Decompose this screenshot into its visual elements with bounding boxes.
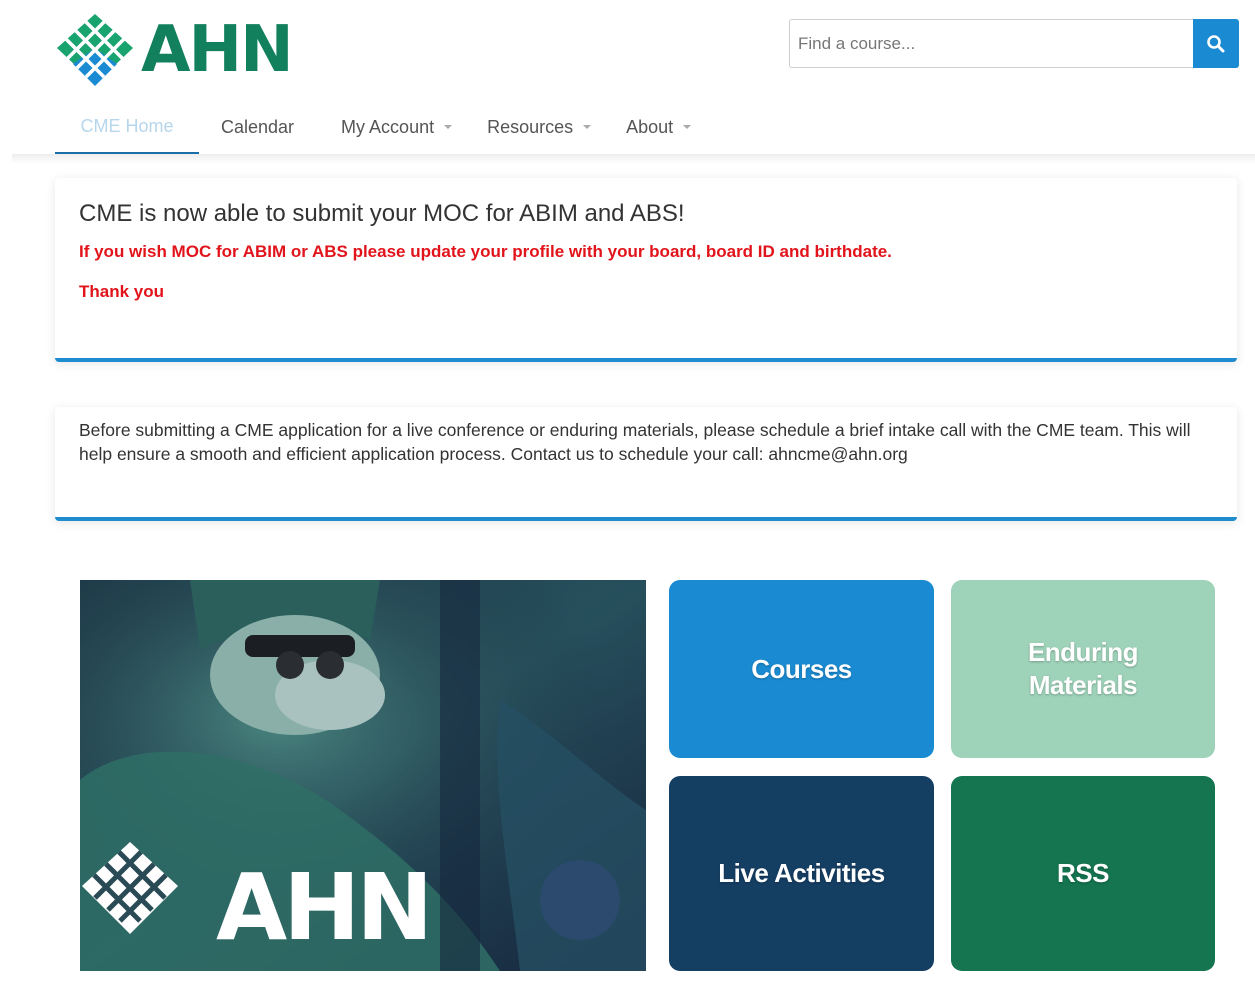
nav-divider xyxy=(12,154,1255,164)
nav-cme-home[interactable]: CME Home xyxy=(55,100,199,154)
live-activities-tile[interactable]: Live Activities xyxy=(669,776,934,971)
main-nav: CME Home Calendar My Account Resources A… xyxy=(55,100,692,154)
tile-label: RSS xyxy=(1057,858,1109,888)
notice-thanks: Thank you xyxy=(79,282,165,301)
nav-label: CME Home xyxy=(80,115,174,136)
search-icon xyxy=(1207,34,1225,52)
hero-logo-text: AHN xyxy=(216,854,429,961)
intake-call-card: Before submitting a CME application for … xyxy=(55,407,1237,521)
enduring-materials-tile[interactable]: Enduring Materials xyxy=(951,580,1215,758)
nav-label: About xyxy=(626,116,674,137)
rss-tile[interactable]: RSS xyxy=(951,776,1215,971)
nav-label: Resources xyxy=(487,116,574,137)
courses-tile[interactable]: Courses xyxy=(669,580,934,758)
moc-notice-card: CME is now able to submit your MOC for A… xyxy=(55,178,1237,362)
ahn-diamond-logo-icon xyxy=(57,14,133,86)
intake-text: Before submitting a CME application for … xyxy=(79,420,1191,464)
tile-label: Enduring Materials xyxy=(1027,637,1139,700)
caret-down-icon xyxy=(683,125,692,129)
site-logo[interactable]: AHN xyxy=(55,12,294,88)
notice-title: CME is now able to submit your MOC for A… xyxy=(79,200,685,227)
tile-label: Courses xyxy=(751,653,852,684)
caret-down-icon xyxy=(444,125,453,129)
nav-about[interactable]: About xyxy=(626,100,692,154)
course-search xyxy=(789,19,1239,68)
nav-label: My Account xyxy=(341,116,435,137)
nav-resources[interactable]: Resources xyxy=(487,100,592,154)
search-button[interactable] xyxy=(1193,19,1239,68)
tile-label: Live Activities xyxy=(718,858,885,888)
hero-surgeon-image: AHN xyxy=(80,580,646,971)
logo-wordmark: AHN xyxy=(141,13,294,87)
caret-down-icon xyxy=(583,125,592,129)
nav-calendar[interactable]: Calendar xyxy=(221,100,294,154)
nav-label: Calendar xyxy=(221,116,295,137)
surgeon-photo: AHN xyxy=(80,580,646,971)
search-input[interactable] xyxy=(789,19,1193,68)
nav-my-account[interactable]: My Account xyxy=(341,100,453,154)
notice-instruction: If you wish MOC for ABIM or ABS please u… xyxy=(79,242,892,261)
